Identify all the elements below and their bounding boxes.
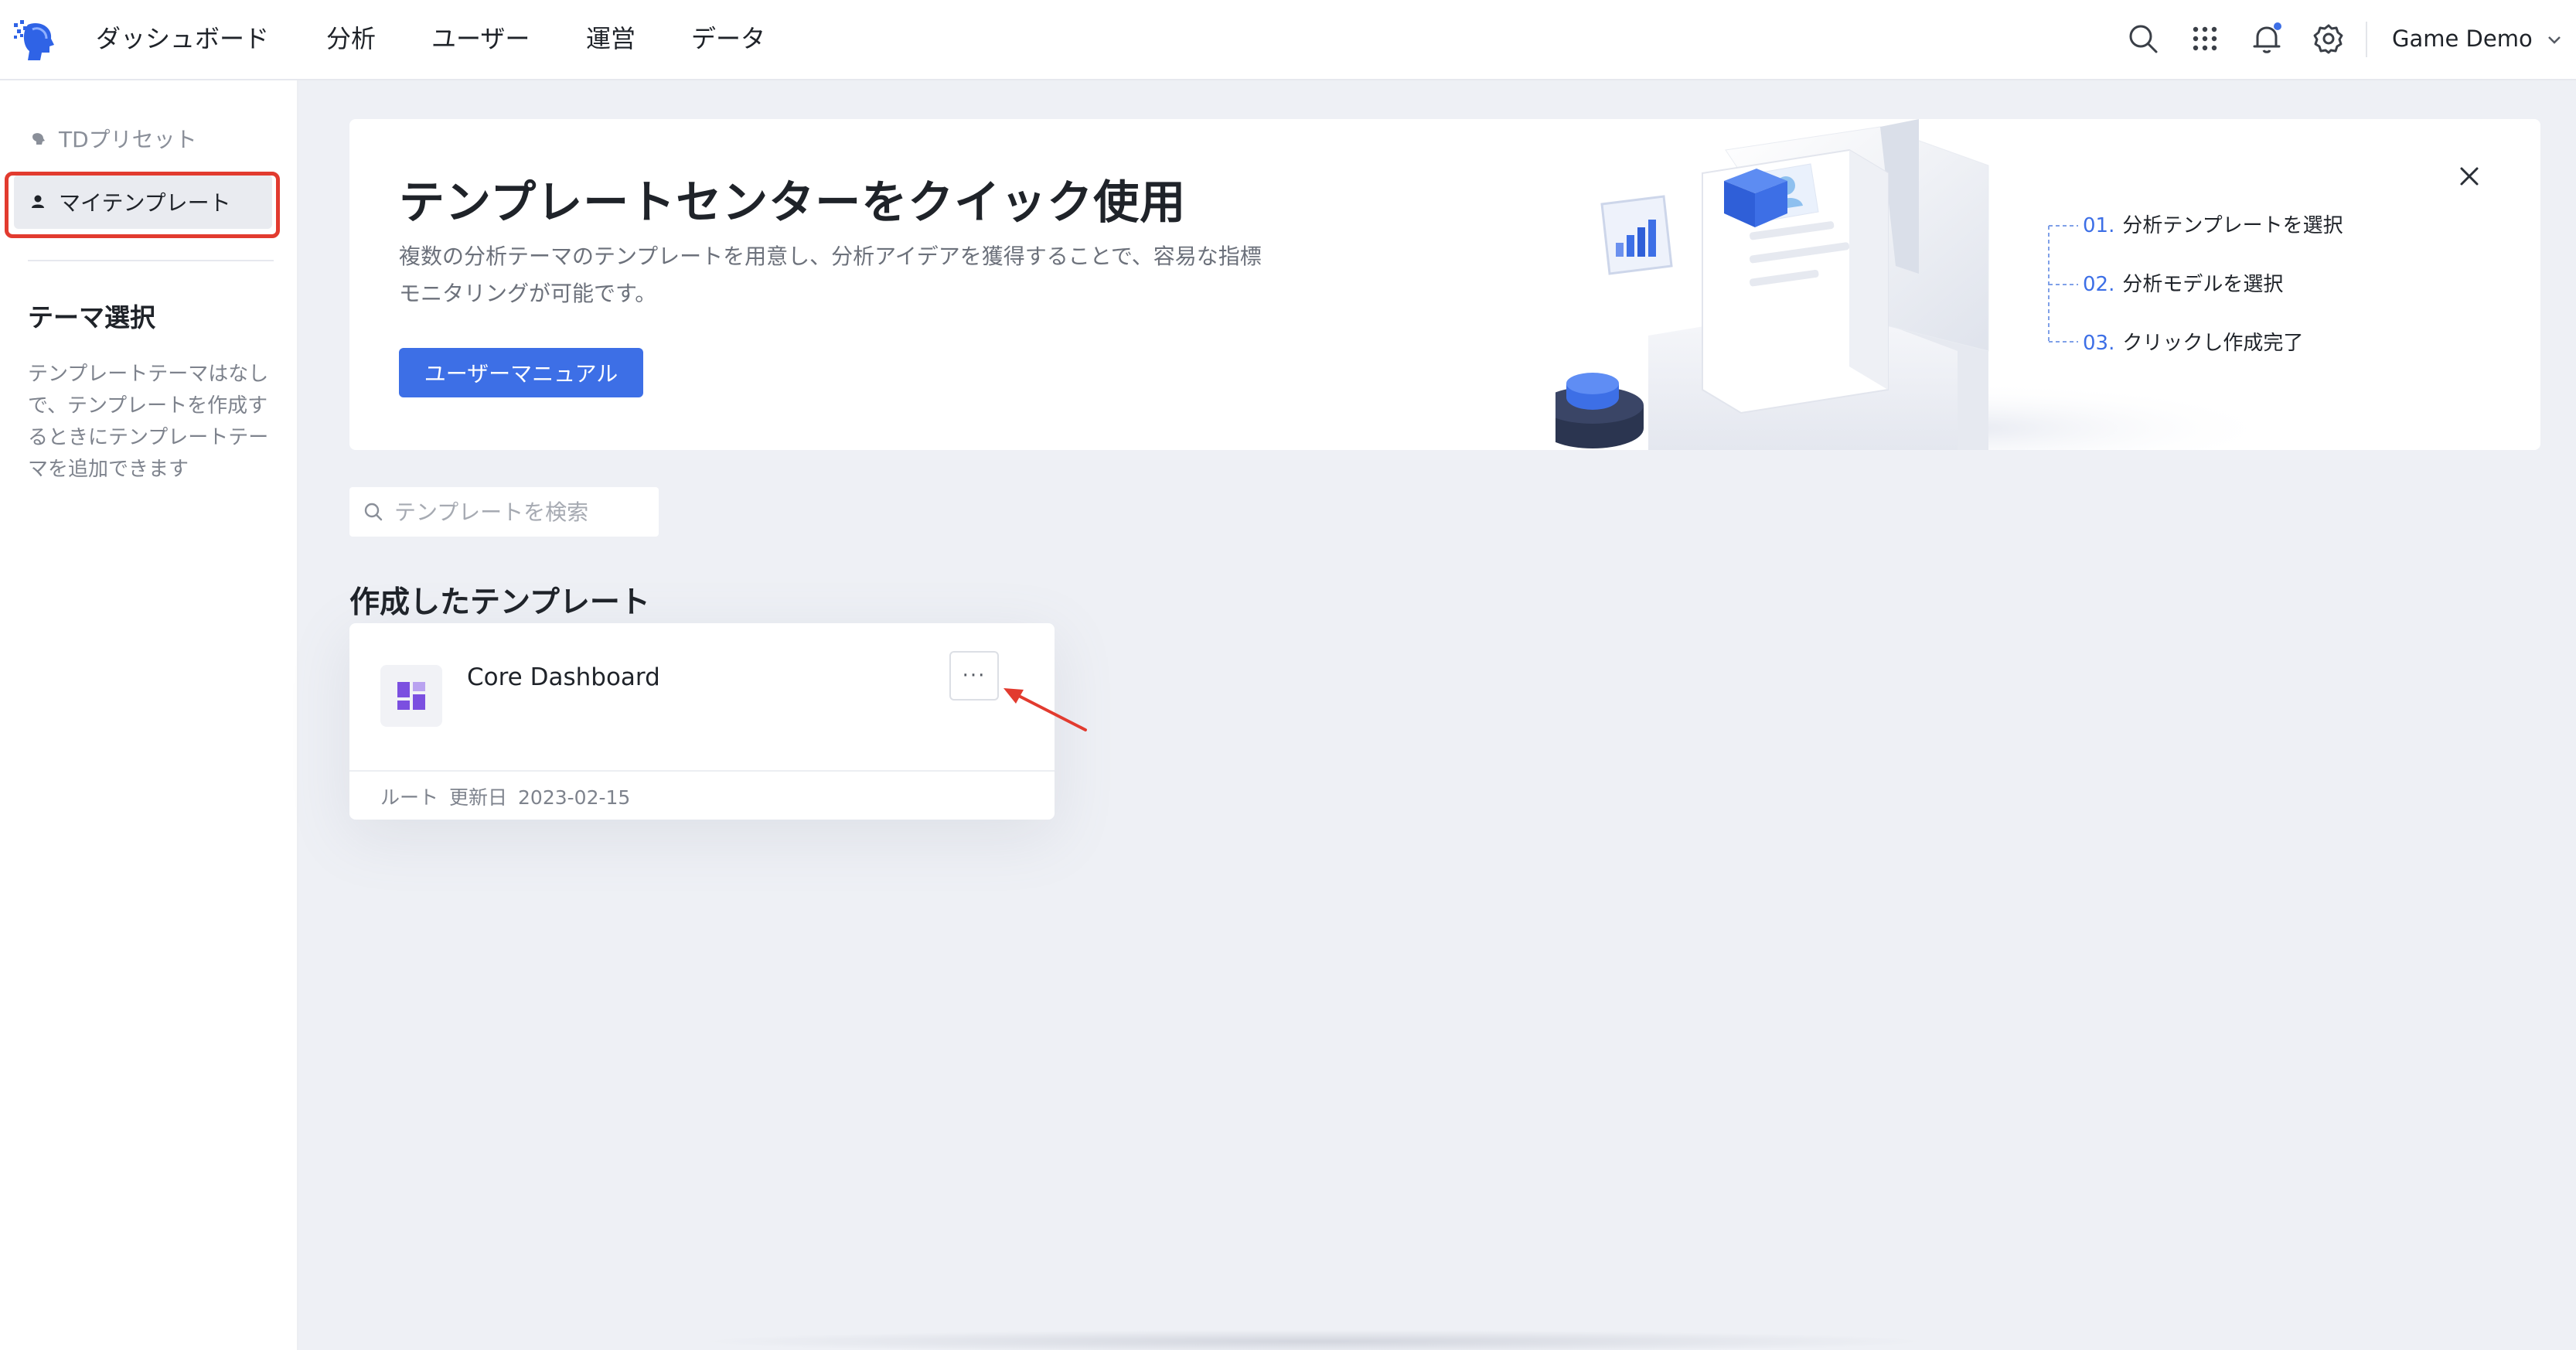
step-number: 01. xyxy=(2083,214,2115,237)
sidebar-item-label: TDプリセット xyxy=(59,127,197,152)
step-text: クリックし作成完了 xyxy=(2122,332,2304,355)
template-card-title[interactable]: Core Dashboard xyxy=(467,663,660,691)
dashboard-icon xyxy=(380,665,442,727)
topbar-divider xyxy=(2366,22,2367,57)
theme-section-description: テンプレートテーマはなしで、テンプレートを作成するときにテンプレートテーマを追加… xyxy=(28,363,269,481)
nav-dashboard[interactable]: ダッシュボード xyxy=(96,22,269,56)
project-name: Game Demo xyxy=(2392,26,2533,52)
nav-analysis[interactable]: 分析 xyxy=(326,22,376,56)
annotation-arrow-icon xyxy=(1003,688,1087,731)
section-title-created-templates: 作成したテンプレート xyxy=(349,585,650,620)
banner-title: テンプレートセンターをクイック使用 xyxy=(399,176,1187,229)
step-text: 分析モデルを選択 xyxy=(2122,273,2284,296)
notification-dot xyxy=(2274,22,2281,30)
chevron-down-icon xyxy=(2548,36,2561,44)
step-3: 03. クリックし作成完了 xyxy=(2083,329,2303,357)
nav-operations[interactable]: 運営 xyxy=(586,22,635,56)
sidebar-item-label: マイテンプレート xyxy=(59,190,231,216)
close-banner-button[interactable] xyxy=(2452,159,2486,193)
updated-date: 2023-02-15 xyxy=(518,786,631,809)
step-number: 02. xyxy=(2083,273,2115,296)
nav-users[interactable]: ユーザー xyxy=(431,22,530,56)
step-2: 02. 分析モデルを選択 xyxy=(2083,271,2283,298)
step-text: 分析テンプレートを選択 xyxy=(2122,214,2343,237)
template-owner: ルート xyxy=(380,786,439,809)
apps-grid-icon[interactable] xyxy=(2188,22,2222,56)
project-switcher[interactable]: Game Demo xyxy=(2392,23,2561,54)
close-icon xyxy=(2460,167,2479,186)
app-logo-icon[interactable] xyxy=(12,17,59,63)
theme-section-title: テーマ選択 xyxy=(28,302,155,332)
nav-data[interactable]: データ xyxy=(691,22,765,56)
sidebar-item-td-preset[interactable]: TDプリセット xyxy=(14,111,272,165)
sidebar-divider xyxy=(28,260,274,261)
step-1: 01. 分析テンプレートを選択 xyxy=(2083,212,2343,240)
sidebar-item-my-templates[interactable]: マイテンプレート xyxy=(14,175,272,229)
card-divider xyxy=(349,770,1055,772)
search-icon xyxy=(364,503,383,521)
top-navigation-bar: ダッシュボード 分析 ユーザー 運営 データ Game Demo xyxy=(0,0,2576,80)
bottom-shadow xyxy=(696,1330,1933,1350)
step-number: 03. xyxy=(2083,332,2115,355)
banner-description: 複数の分析テーマのテンプレートを用意し、分析アイデアを獲得することで、容易な指標… xyxy=(399,244,1262,306)
td-logo-icon xyxy=(32,133,45,145)
template-card[interactable]: Core Dashboard ··· ルート 更新日 2023-02-15 xyxy=(349,623,1055,820)
search-icon[interactable] xyxy=(2126,22,2160,56)
user-icon xyxy=(32,195,44,208)
updated-label: 更新日 xyxy=(449,786,508,809)
settings-icon[interactable] xyxy=(2312,22,2346,56)
more-options-button[interactable]: ··· xyxy=(949,651,999,701)
template-search-box[interactable] xyxy=(349,487,659,537)
search-input[interactable] xyxy=(394,499,642,525)
bell-icon[interactable] xyxy=(2250,22,2284,56)
user-manual-button[interactable]: ユーザーマニュアル xyxy=(399,348,643,397)
steps-connector-lines xyxy=(2048,225,2078,343)
sidebar-lower-area xyxy=(0,513,298,1350)
card-footer: ルート 更新日 2023-02-15 xyxy=(380,782,641,810)
